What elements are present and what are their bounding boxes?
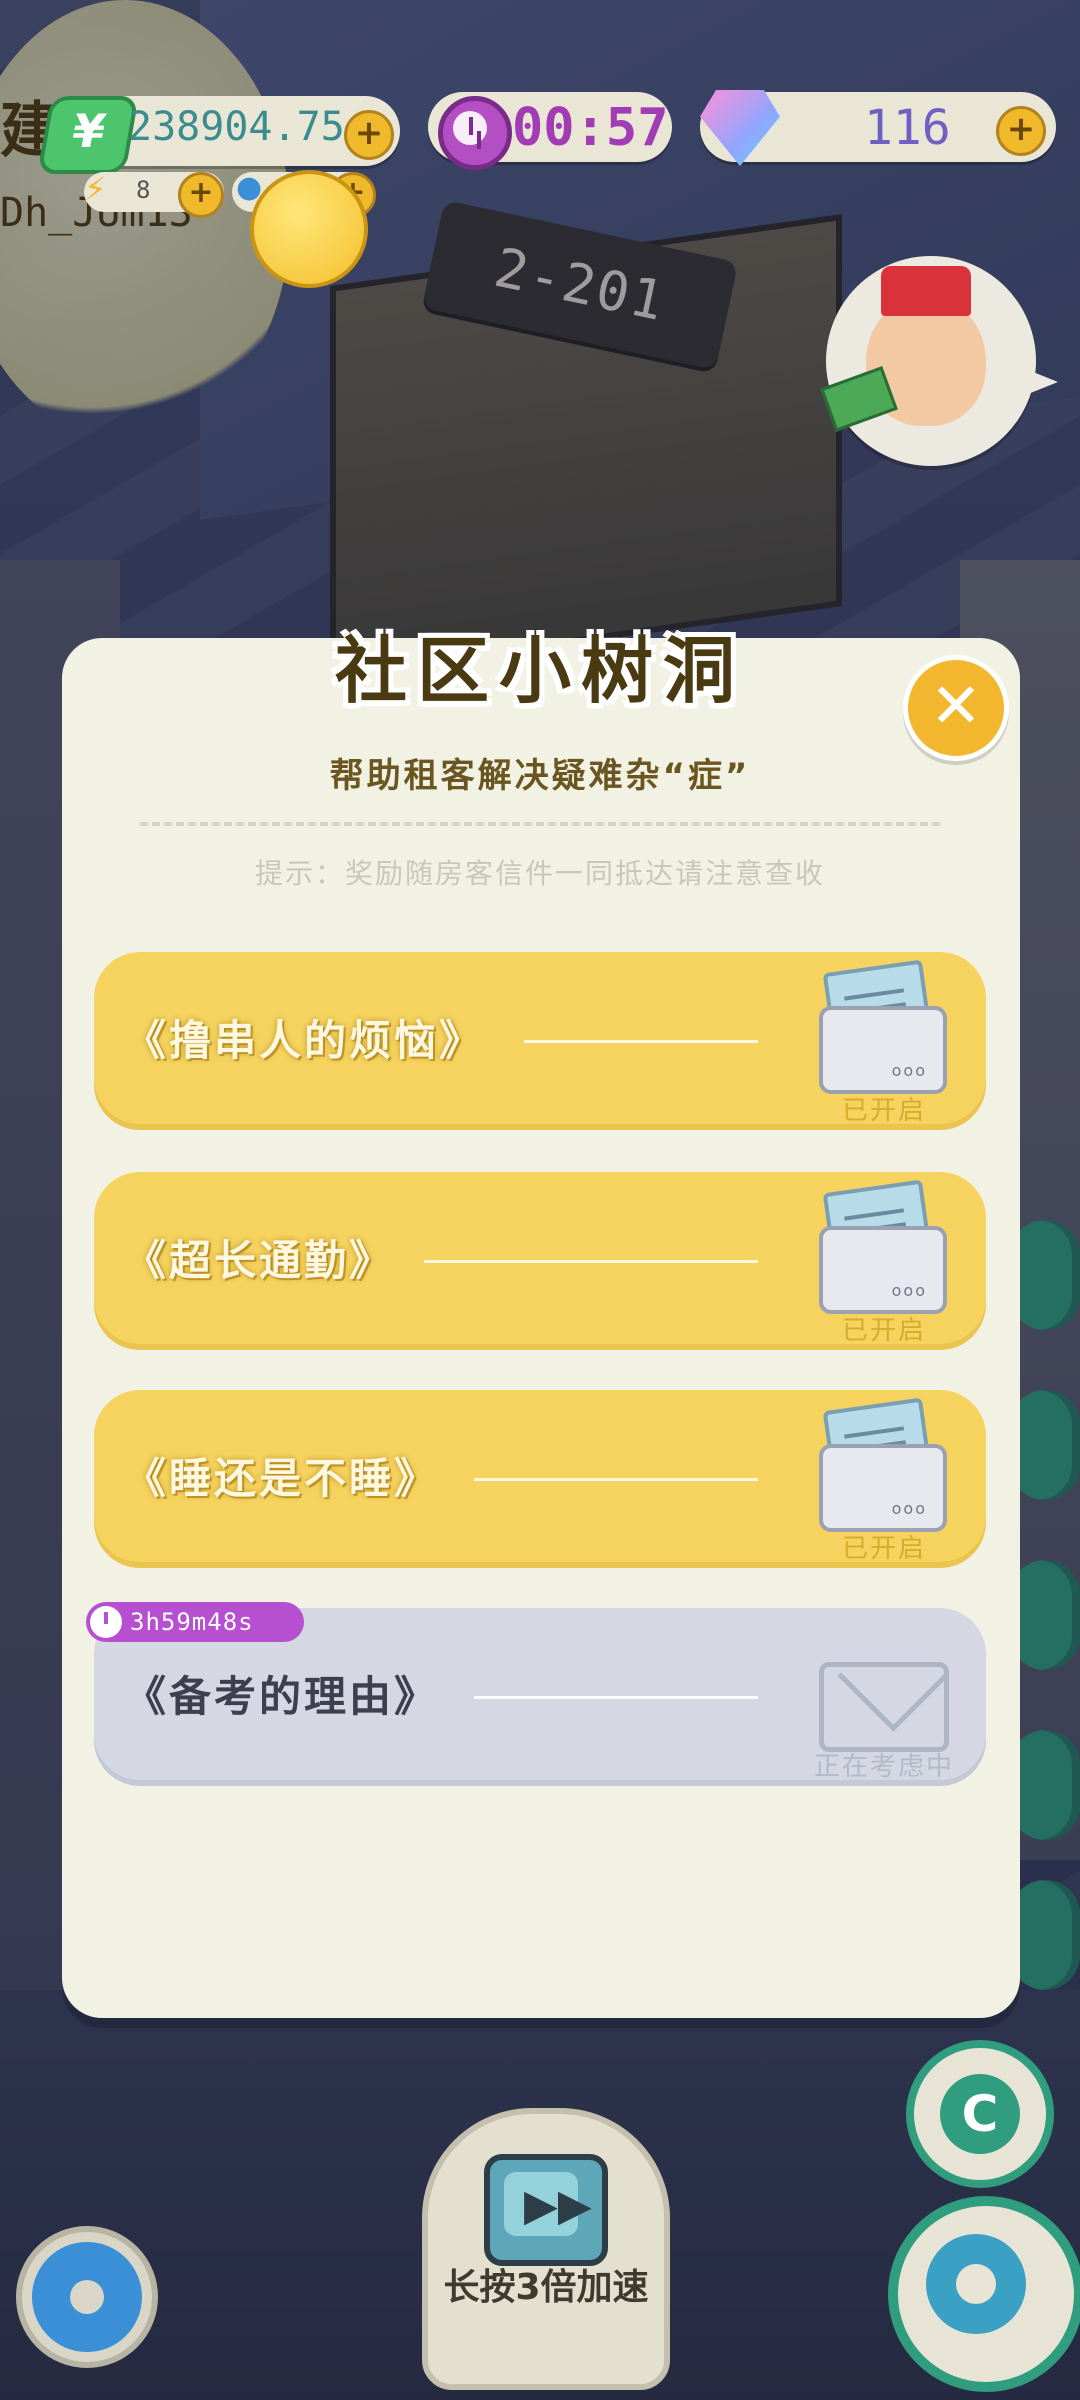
- story-status: 已开启: [841, 1316, 926, 1346]
- lightning-icon: ⚡: [84, 170, 107, 208]
- open-envelope-icon: ooo: [819, 1179, 947, 1314]
- clock-icon: [90, 1606, 122, 1638]
- npc-hat-icon: [881, 266, 971, 316]
- energy-add-button[interactable]: +: [178, 172, 224, 218]
- close-button[interactable]: ✕: [903, 655, 1009, 761]
- dashed-divider: [140, 822, 940, 826]
- coupon-button[interactable]: C: [906, 2040, 1054, 2188]
- money-value: 238904.75: [128, 104, 345, 150]
- countdown-badge: 3h59m48s: [86, 1602, 304, 1642]
- gear-icon: [40, 2250, 134, 2344]
- story-divider: [474, 1478, 758, 1481]
- npc-landlord[interactable]: [820, 256, 1058, 466]
- gem-add-button[interactable]: +: [996, 106, 1046, 156]
- story-title: 《撸串人的烦恼》: [124, 1016, 485, 1065]
- money-add-button[interactable]: +: [344, 110, 394, 160]
- mood-smiley-icon: [250, 170, 368, 288]
- story-divider: [474, 1696, 758, 1699]
- story-title: 《睡还是不睡》: [124, 1454, 440, 1503]
- dialog-hint: 提示：奖励随房客信件一同抵达请注意查收: [254, 857, 825, 890]
- timer-value: 00:57: [512, 98, 669, 158]
- settings-button[interactable]: [16, 2226, 158, 2368]
- open-envelope-icon: ooo: [819, 1397, 947, 1532]
- coupon-icon: C: [940, 2074, 1020, 2154]
- speed-up-label: 长按3倍加速: [443, 2267, 649, 2308]
- story-status: 已开启: [841, 1096, 926, 1126]
- energy-value: 8: [136, 176, 151, 204]
- gem-value: 116: [864, 100, 951, 156]
- tv-fast-forward-icon: ▶▶: [484, 2154, 608, 2266]
- clock-icon: [438, 96, 512, 170]
- story-title: 《超长通勤》: [124, 1236, 395, 1285]
- story-card[interactable]: 《超长通勤》 ooo 已开启: [94, 1172, 986, 1350]
- story-status: 正在考虑中: [813, 1752, 954, 1782]
- dialog-subtitle: 帮助租客解决疑难杂“症”: [329, 756, 751, 796]
- story-card[interactable]: 《撸串人的烦恼》 ooo 已开启: [94, 952, 986, 1130]
- close-icon: ✕: [930, 669, 982, 742]
- story-card[interactable]: 《睡还是不睡》 ooo 已开启: [94, 1390, 986, 1568]
- story-status: 已开启: [841, 1534, 926, 1564]
- yuan-icon: ¥: [37, 96, 139, 174]
- story-divider: [424, 1260, 758, 1263]
- countdown-value: 3h59m48s: [130, 1608, 254, 1636]
- story-divider: [524, 1040, 758, 1043]
- home-icon: [926, 2234, 1026, 2334]
- home-button[interactable]: [888, 2196, 1080, 2392]
- speed-up-button[interactable]: ▶▶ 长按3倍加速: [422, 2108, 670, 2390]
- open-envelope-icon: ooo: [819, 959, 947, 1094]
- closed-envelope-icon: [819, 1622, 949, 1752]
